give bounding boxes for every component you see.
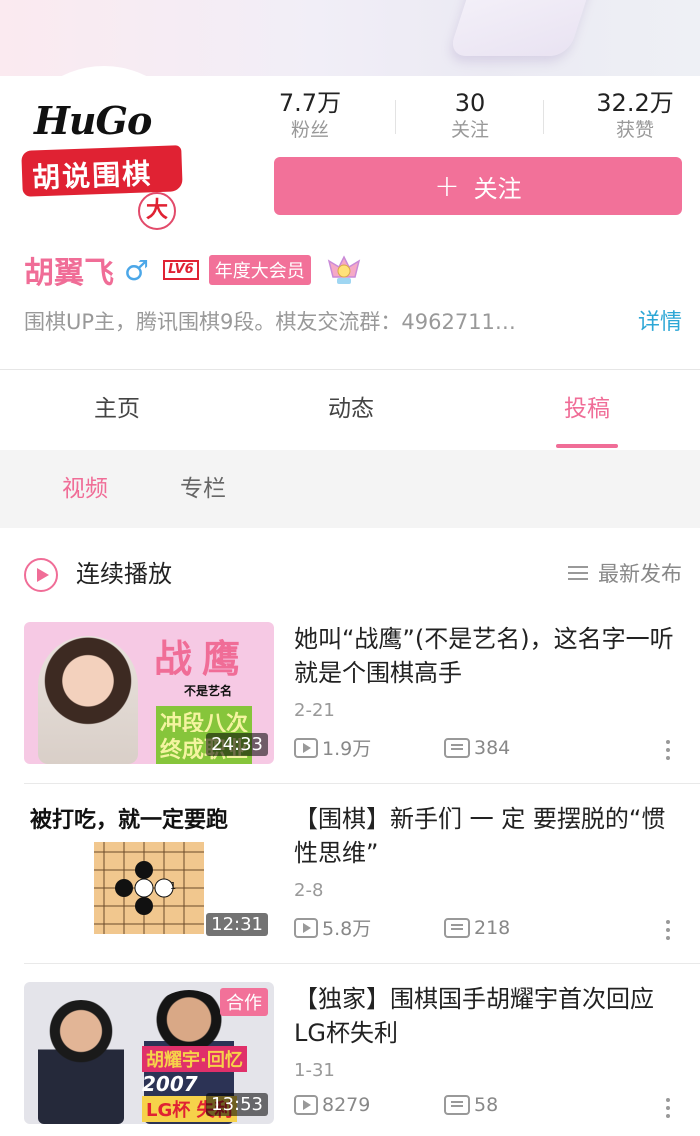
video-meta: 8279 58 — [294, 1094, 498, 1116]
go-board-image — [94, 842, 204, 934]
plus-icon: + — [434, 168, 460, 204]
avatar-logo-text: HuGo — [34, 98, 152, 143]
video-duration: 12:31 — [206, 913, 268, 936]
playlist-bar: 连续播放 最新发布 — [0, 540, 700, 608]
view-count: 5.8万 — [294, 914, 371, 941]
stat-following[interactable]: 30 关注 — [400, 88, 540, 142]
more-options-icon[interactable] — [666, 740, 670, 762]
video-duration: 13:53 — [206, 1093, 268, 1116]
profile-name: 胡翼飞 — [24, 256, 114, 291]
profile-tabs: 主页 动态 投稿 — [0, 370, 700, 450]
profile-name-row: 胡翼飞 ♂ LV6 年度大会员 — [24, 248, 363, 292]
tab-uploads[interactable]: 投稿 — [470, 370, 700, 450]
tab-dynamics[interactable]: 动态 — [234, 370, 468, 450]
avatar-logo-sub: 胡说围棋 — [31, 157, 153, 195]
views-icon — [294, 737, 318, 758]
danmaku-icon — [444, 1095, 470, 1115]
views-icon — [294, 1095, 318, 1115]
thumbnail-caption: 胡耀宇·回忆 — [142, 1046, 247, 1072]
thumbnail-person — [38, 1000, 124, 1124]
stone-number: 1 — [169, 881, 177, 892]
follow-button[interactable]: + 关注 — [274, 157, 682, 215]
video-date: 1-31 — [294, 1060, 335, 1081]
stat-fans[interactable]: 7.7万 粉丝 — [240, 88, 380, 142]
video-item[interactable]: 合作 胡耀宇·回忆 2007 LG杯 失利 13:53 【独家】围棋国手胡耀宇首… — [0, 970, 700, 1136]
view-count: 8279 — [294, 1094, 370, 1116]
sort-icon — [568, 566, 588, 580]
video-date: 2-21 — [294, 700, 335, 721]
video-item[interactable]: 战鹰 不是艺名 冲段八次 终成职业 24:33 她叫“战鹰”(不是艺名)，这名字… — [0, 610, 700, 780]
view-count-value: 8279 — [322, 1094, 371, 1116]
stat-label: 粉丝 — [290, 119, 329, 141]
sort-label: 最新发布 — [598, 562, 682, 586]
stats-bar: 7.7万 粉丝 30 关注 32.2万 获赞 — [240, 88, 700, 148]
divider — [24, 783, 700, 784]
video-title[interactable]: 【围棋】新手们 一 定 要摆脱的“惯性思维” — [294, 802, 678, 870]
video-duration: 24:33 — [206, 733, 268, 756]
divider — [24, 963, 700, 964]
video-meta: 5.8万 218 — [294, 914, 510, 941]
view-count-value: 1.9万 — [322, 738, 372, 760]
danmaku-icon — [444, 917, 470, 938]
header-banner — [0, 0, 700, 76]
sort-selector[interactable]: 最新发布 — [568, 558, 682, 588]
vip-badge[interactable]: 年度大会员 — [208, 255, 311, 285]
video-meta: 1.9万 384 — [294, 734, 510, 761]
follow-button-label: 关注 — [473, 174, 522, 203]
tab-home[interactable]: 主页 — [0, 370, 234, 450]
thumbnail-subtitle: 不是艺名 — [184, 684, 233, 698]
upload-subtabs: 视频 专栏 — [0, 450, 700, 528]
banner-decoration — [448, 0, 596, 56]
view-count-value: 5.8万 — [322, 918, 372, 940]
tab-indicator — [556, 444, 618, 448]
medal-icon[interactable] — [325, 251, 363, 289]
stat-label: 获赞 — [615, 119, 654, 141]
avatar-logo-banner: 胡说围棋 — [21, 145, 183, 197]
avatar-logo-badge: 大 — [138, 192, 176, 230]
danmaku-count-value: 218 — [474, 916, 511, 939]
male-icon: ♂ — [124, 253, 150, 287]
coop-badge: 合作 — [220, 988, 268, 1016]
video-title[interactable]: 【独家】围棋国手胡耀宇首次回应LG杯失利 — [294, 982, 678, 1050]
views-icon — [294, 917, 318, 938]
danmaku-count-value: 58 — [474, 1094, 499, 1116]
stat-value: 32.2万 — [596, 89, 674, 117]
thumbnail-person — [38, 636, 138, 764]
stat-label: 关注 — [450, 119, 489, 141]
bio-detail-link[interactable]: 详情 — [638, 304, 682, 336]
thumbnail-caption: 被打吃，就一定要跑 — [30, 808, 229, 833]
danmaku-count-value: 384 — [474, 736, 511, 759]
continuous-play-button[interactable]: 连续播放 — [76, 554, 172, 589]
subtab-videos[interactable]: 视频 — [62, 450, 108, 528]
view-count: 1.9万 — [294, 734, 371, 761]
video-item[interactable]: 被打吃，就一定要跑 1 12:31 【围棋】新手们 一 定 要摆脱的“惯性思维”… — [0, 790, 700, 960]
video-thumbnail[interactable]: 战鹰 不是艺名 冲段八次 终成职业 24:33 — [24, 622, 274, 764]
danmaku-count: 58 — [444, 1094, 498, 1116]
level-badge: LV6 — [163, 260, 199, 280]
danmaku-count: 384 — [444, 737, 510, 759]
subtab-articles[interactable]: 专栏 — [180, 450, 226, 528]
video-thumbnail[interactable]: 被打吃，就一定要跑 1 12:31 — [24, 802, 274, 944]
stat-divider — [395, 100, 396, 134]
more-options-icon[interactable] — [666, 920, 670, 942]
video-thumbnail[interactable]: 合作 胡耀宇·回忆 2007 LG杯 失利 13:53 — [24, 982, 274, 1124]
danmaku-icon — [444, 737, 470, 758]
stat-value: 7.7万 — [278, 89, 342, 117]
stat-divider — [543, 100, 544, 134]
video-title[interactable]: 她叫“战鹰”(不是艺名)，这名字一听就是个围棋高手 — [294, 622, 678, 690]
stat-likes[interactable]: 32.2万 获赞 — [565, 88, 700, 142]
more-options-icon[interactable] — [666, 1098, 670, 1120]
profile-bio: 围棋UP主，腾讯围棋9段。棋友交流群：4962711… — [24, 310, 516, 334]
play-circle-icon[interactable] — [24, 558, 58, 592]
video-date: 2-8 — [294, 880, 324, 901]
thumbnail-caption: 2007 — [142, 1072, 198, 1096]
thumbnail-title: 战鹰 — [154, 637, 251, 681]
danmaku-count: 218 — [444, 917, 510, 939]
stat-value: 30 — [454, 89, 486, 117]
